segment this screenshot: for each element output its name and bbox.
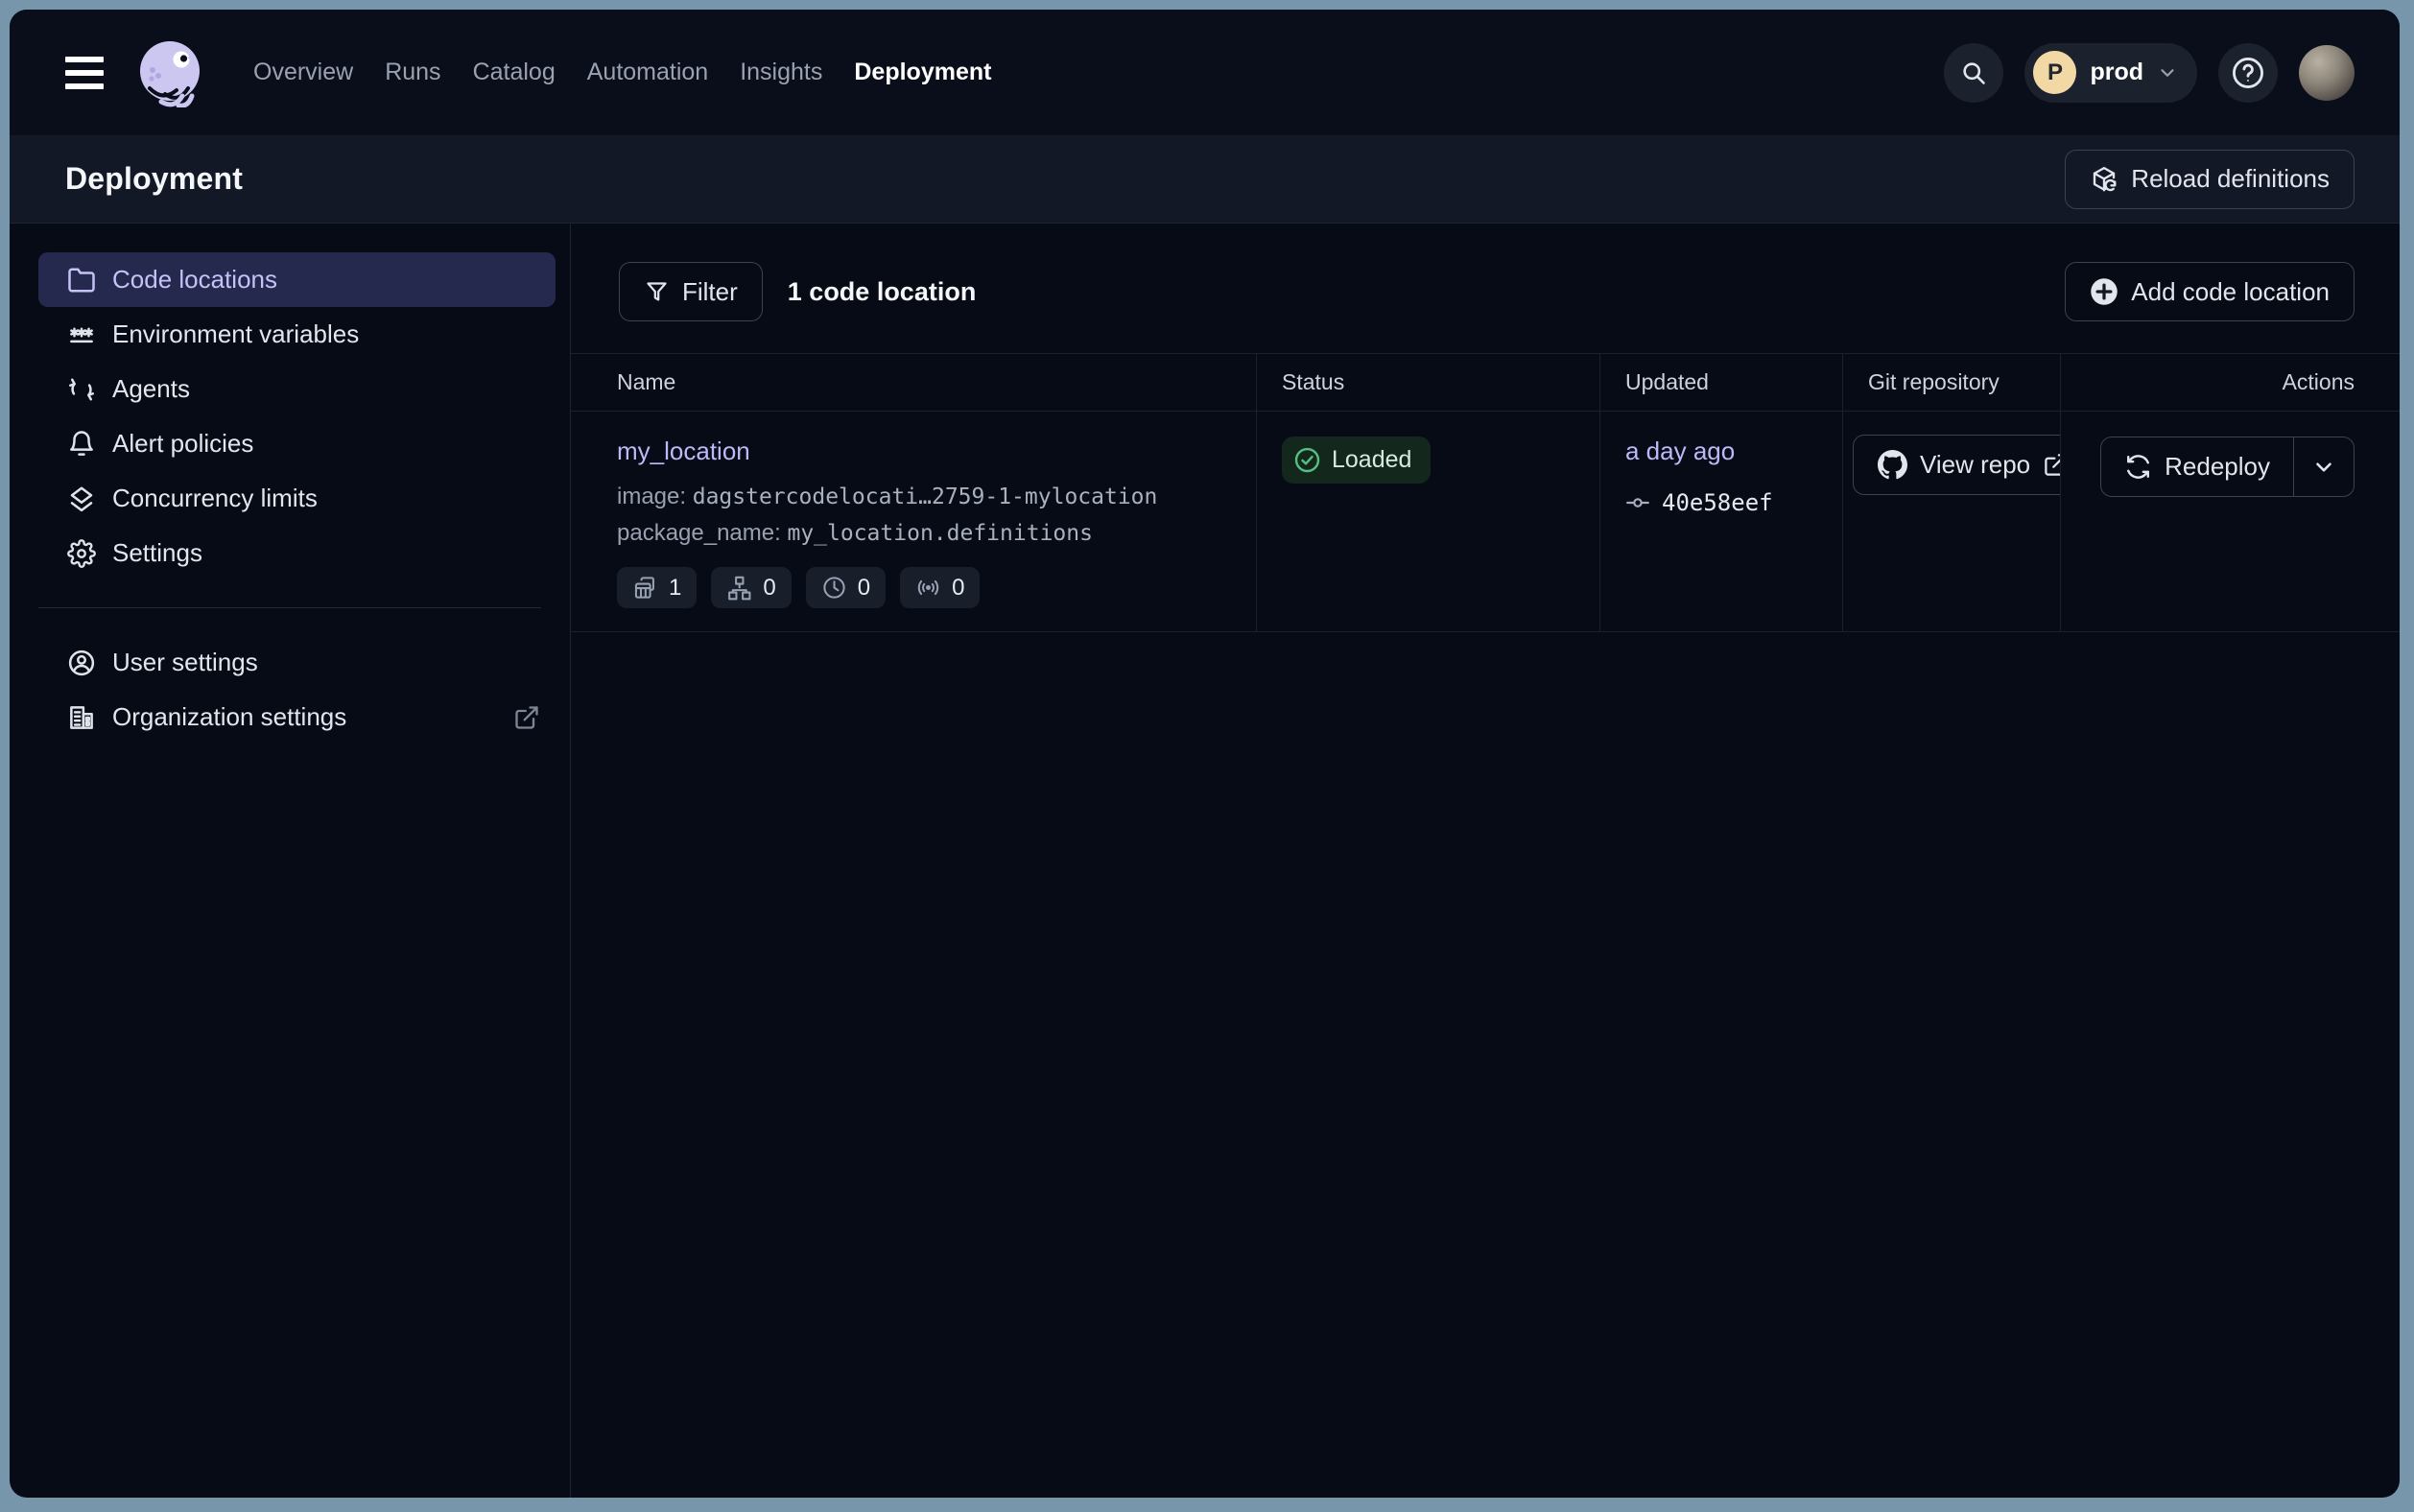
image-value: dagstercodelocati…2759-1-mylocation <box>693 484 1158 509</box>
image-line: image: dagstercodelocati…2759-1-mylocati… <box>617 483 1256 511</box>
app-window: Overview Runs Catalog Automation Insight… <box>10 10 2400 1498</box>
column-header-status: Status <box>1256 354 1599 411</box>
code-location-count: 1 code location <box>788 277 977 307</box>
column-header-actions: Actions <box>2060 354 2400 411</box>
sidebar-divider <box>38 607 541 608</box>
env-vars-icon <box>67 320 96 349</box>
help-button[interactable] <box>2218 43 2278 103</box>
sidebar-item-user-settings[interactable]: User settings <box>38 635 556 690</box>
job-count-chip: 0 <box>711 567 791 608</box>
sidebar: Code locations Environment variables <box>10 224 571 1498</box>
filter-icon <box>644 279 670 305</box>
status-cell: Loaded <box>1256 412 1599 631</box>
commit-icon <box>1625 490 1650 515</box>
nav-item-overview[interactable]: Overview <box>253 59 353 86</box>
schedule-count-icon <box>821 575 847 601</box>
refresh-icon <box>2124 453 2152 481</box>
help-icon <box>2230 55 2266 91</box>
add-code-location-label: Add code location <box>2131 277 2330 307</box>
folder-icon <box>67 266 96 295</box>
filter-label: Filter <box>682 277 738 307</box>
commit-hash: 40e58eef <box>1662 489 1773 516</box>
toolbar: Filter 1 code location Add code location <box>619 262 2355 321</box>
user-circle-icon <box>67 649 96 677</box>
redeploy-split-button: Redeploy <box>2100 437 2355 497</box>
page-title: Deployment <box>65 161 243 197</box>
content: Code locations Environment variables <box>10 224 2400 1498</box>
asset-count-chip: 1 <box>617 567 697 608</box>
top-navigation: Overview Runs Catalog Automation Insight… <box>10 10 2400 135</box>
sidebar-item-settings[interactable]: Settings <box>38 526 556 580</box>
code-locations-table: Name Status Updated Git repository Actio… <box>571 353 2400 632</box>
topnav-right-cluster: P prod <box>1944 43 2355 103</box>
code-location-link[interactable]: my_location <box>617 437 750 466</box>
sensor-count-icon <box>915 575 941 601</box>
asset-count-icon <box>632 575 658 601</box>
actions-cell: Redeploy <box>2060 412 2400 631</box>
building-icon <box>67 703 96 732</box>
plus-circle-icon <box>2090 277 2118 306</box>
chevron-down-icon <box>2311 455 2336 480</box>
reload-definitions-label: Reload definitions <box>2131 164 2330 194</box>
nav-item-runs[interactable]: Runs <box>385 59 440 86</box>
hamburger-menu-icon[interactable] <box>65 57 104 89</box>
search-icon <box>1960 59 1987 86</box>
primary-nav: Overview Runs Catalog Automation Insight… <box>253 59 991 86</box>
job-count-icon <box>726 575 752 601</box>
definition-counts: 1 0 <box>617 567 1256 608</box>
updated-cell: a day ago 40e58eef <box>1599 412 1842 631</box>
sidebar-item-organization-settings[interactable]: Organization settings <box>38 690 556 744</box>
bell-icon <box>67 430 96 459</box>
view-repo-button[interactable]: View repo <box>1853 435 2060 495</box>
sidebar-item-environment-variables[interactable]: Environment variables <box>38 307 556 362</box>
external-link-icon <box>2043 452 2060 478</box>
layers-icon <box>67 484 96 513</box>
chevron-down-icon <box>2157 62 2178 83</box>
package-line: package_name: my_location.definitions <box>617 519 1256 548</box>
schedule-count-chip: 0 <box>806 567 886 608</box>
github-icon <box>1878 450 1907 480</box>
redeploy-more-button[interactable] <box>2294 437 2354 496</box>
column-header-updated: Updated <box>1599 354 1842 411</box>
redeploy-label: Redeploy <box>2165 452 2270 482</box>
name-cell: my_location image: dagstercodelocati…275… <box>571 412 1256 631</box>
reload-definitions-button[interactable]: Reload definitions <box>2065 150 2355 209</box>
updated-link[interactable]: a day ago <box>1625 437 1735 466</box>
nav-item-automation[interactable]: Automation <box>587 59 708 86</box>
column-header-name: Name <box>571 354 1256 411</box>
add-code-location-button[interactable]: Add code location <box>2065 262 2355 321</box>
external-link-icon <box>513 704 540 731</box>
dagster-logo[interactable] <box>136 38 205 107</box>
status-badge: Loaded <box>1282 437 1431 484</box>
nav-item-insights[interactable]: Insights <box>740 59 822 86</box>
page-header: Deployment Reload definitions <box>10 135 2400 224</box>
nav-item-deployment[interactable]: Deployment <box>854 59 991 86</box>
table-row: my_location image: dagstercodelocati…275… <box>571 412 2400 632</box>
environment-switcher[interactable]: P prod <box>2024 43 2197 103</box>
redeploy-button[interactable]: Redeploy <box>2101 437 2293 496</box>
commit-line: 40e58eef <box>1625 489 1842 516</box>
check-circle-icon <box>1293 446 1321 474</box>
table-header-row: Name Status Updated Git repository Actio… <box>571 353 2400 412</box>
sidebar-item-concurrency-limits[interactable]: Concurrency limits <box>38 471 556 526</box>
view-repo-label: View repo <box>1920 450 2030 480</box>
sensor-count-chip: 0 <box>900 567 980 608</box>
filter-button[interactable]: Filter <box>619 262 763 321</box>
reload-definitions-icon <box>2090 165 2118 194</box>
main-panel: Filter 1 code location Add code location… <box>571 224 2400 1498</box>
column-header-git-repository: Git repository <box>1842 354 2060 411</box>
package-value: my_location.definitions <box>787 521 1093 546</box>
git-repository-cell: View repo <box>1842 412 2060 631</box>
sidebar-item-agents[interactable]: Agents <box>38 362 556 416</box>
sidebar-item-alert-policies[interactable]: Alert policies <box>38 416 556 471</box>
user-avatar[interactable] <box>2299 45 2355 101</box>
gear-icon <box>67 539 96 568</box>
sidebar-item-code-locations[interactable]: Code locations <box>38 252 556 307</box>
search-button[interactable] <box>1944 43 2003 103</box>
agents-icon <box>67 375 96 404</box>
environment-name: prod <box>2090 59 2143 86</box>
nav-item-catalog[interactable]: Catalog <box>473 59 556 86</box>
environment-avatar: P <box>2033 51 2076 94</box>
